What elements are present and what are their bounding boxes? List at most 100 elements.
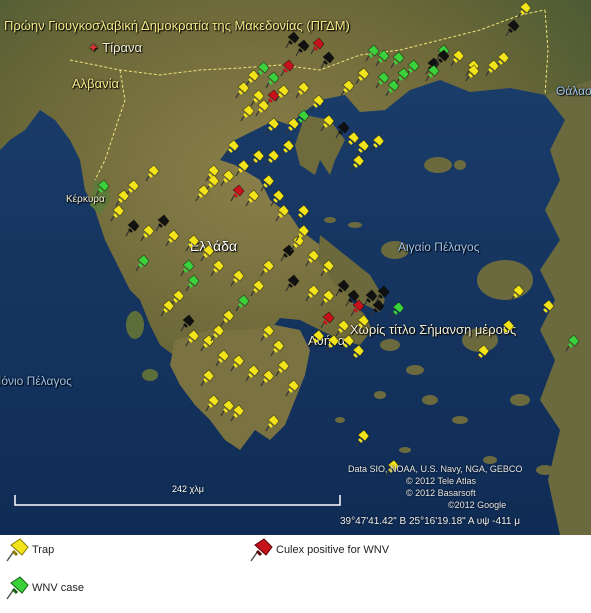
trap-pushpin[interactable] [125, 179, 140, 197]
wnv-case-pushpin[interactable] [180, 259, 195, 277]
wnv-case-pushpin[interactable] [390, 51, 405, 69]
black-pushpin[interactable] [505, 19, 520, 37]
trap-pushpin[interactable] [540, 299, 555, 317]
culex-positive-pushpin[interactable] [350, 299, 365, 317]
trap-pushpin[interactable] [320, 259, 335, 277]
trap-pushpin[interactable] [245, 69, 260, 87]
trap-pushpin[interactable] [275, 204, 290, 222]
trap-pushpin[interactable] [275, 359, 290, 377]
wnv-case-pushpin[interactable] [425, 64, 440, 82]
trap-pushpin[interactable] [350, 154, 365, 172]
trap-pushpin[interactable] [160, 299, 175, 317]
wnv-case-pushpin[interactable] [135, 254, 150, 272]
trap-pushpin[interactable] [285, 379, 300, 397]
trap-pushpin[interactable] [165, 229, 180, 247]
wnv-case-pushpin[interactable] [390, 301, 405, 319]
wnv-case-pushpin[interactable] [565, 334, 580, 352]
trap-pushpin[interactable] [345, 131, 360, 149]
wnv-case-pushpin[interactable] [365, 44, 380, 62]
culex-positive-pushpin[interactable] [280, 59, 295, 77]
black-pushpin[interactable] [280, 244, 295, 262]
trap-pushpin[interactable] [450, 49, 465, 67]
trap-pushpin[interactable] [110, 204, 125, 222]
trap-pushpin[interactable] [285, 117, 300, 135]
wnv-case-pushpin[interactable] [265, 71, 280, 89]
black-pushpin[interactable] [335, 279, 350, 297]
trap-pushpin[interactable] [260, 369, 275, 387]
trap-pushpin[interactable] [200, 244, 215, 262]
trap-pushpin[interactable] [340, 334, 355, 352]
trap-pushpin[interactable] [270, 339, 285, 357]
trap-pushpin[interactable] [265, 117, 280, 135]
trap-pushpin[interactable] [240, 104, 255, 122]
black-pushpin[interactable] [285, 31, 300, 49]
trap-pushpin[interactable] [295, 224, 310, 242]
trap-pushpin[interactable] [517, 1, 532, 19]
trap-pushpin[interactable] [270, 189, 285, 207]
trap-pushpin[interactable] [250, 279, 265, 297]
trap-pushpin[interactable] [305, 284, 320, 302]
trap-pushpin[interactable] [235, 159, 250, 177]
trap-pushpin[interactable] [310, 329, 325, 347]
trap-pushpin[interactable] [325, 334, 340, 352]
trap-pushpin[interactable] [475, 344, 490, 362]
trap-pushpin[interactable] [260, 174, 275, 192]
trap-pushpin[interactable] [225, 139, 240, 157]
trap-pushpin[interactable] [230, 354, 245, 372]
trap-pushpin[interactable] [355, 67, 370, 85]
map-view[interactable]: Πρώην Γιουγκοσλαβική Δημοκρατία της Μακε… [0, 0, 591, 535]
culex-positive-pushpin[interactable] [310, 37, 325, 55]
trap-pushpin[interactable] [245, 364, 260, 382]
trap-pushpin[interactable] [510, 284, 525, 302]
trap-pushpin[interactable] [260, 324, 275, 342]
trap-pushpin[interactable] [170, 289, 185, 307]
wnv-case-pushpin[interactable] [375, 71, 390, 89]
trap-pushpin[interactable] [320, 289, 335, 307]
trap-pushpin[interactable] [485, 59, 500, 77]
trap-pushpin[interactable] [215, 349, 230, 367]
trap-pushpin[interactable] [200, 369, 215, 387]
trap-pushpin[interactable] [205, 394, 220, 412]
black-pushpin[interactable] [370, 299, 385, 317]
trap-pushpin[interactable] [195, 184, 210, 202]
trap-pushpin[interactable] [295, 204, 310, 222]
trap-pushpin[interactable] [210, 259, 225, 277]
wnv-case-pushpin[interactable] [95, 179, 110, 197]
black-pushpin[interactable] [375, 285, 390, 303]
trap-pushpin[interactable] [245, 189, 260, 207]
culex-positive-pushpin[interactable] [320, 311, 335, 329]
trap-pushpin[interactable] [185, 329, 200, 347]
trap-pushpin[interactable] [265, 414, 280, 432]
trap-pushpin[interactable] [250, 149, 265, 167]
trap-pushpin[interactable] [220, 309, 235, 327]
trap-pushpin[interactable] [145, 164, 160, 182]
wnv-case-pushpin[interactable] [395, 67, 410, 85]
culex-positive-pushpin[interactable] [230, 184, 245, 202]
trap-pushpin[interactable] [340, 79, 355, 97]
trap-pushpin[interactable] [355, 139, 370, 157]
trap-pushpin[interactable] [335, 319, 350, 337]
trap-pushpin[interactable] [265, 149, 280, 167]
trap-pushpin[interactable] [210, 324, 225, 342]
trap-pushpin[interactable] [255, 99, 270, 117]
wnv-case-pushpin[interactable] [235, 294, 250, 312]
trap-pushpin[interactable] [355, 314, 370, 332]
trap-pushpin[interactable] [230, 269, 245, 287]
trap-pushpin[interactable] [350, 344, 365, 362]
trap-pushpin[interactable] [220, 399, 235, 417]
trap-pushpin[interactable] [320, 114, 335, 132]
trap-pushpin[interactable] [260, 259, 275, 277]
trap-pushpin[interactable] [185, 234, 200, 252]
trap-pushpin[interactable] [305, 249, 320, 267]
trap-pushpin[interactable] [140, 224, 155, 242]
black-pushpin[interactable] [295, 39, 310, 57]
trap-pushpin[interactable] [500, 319, 515, 337]
wnv-case-pushpin[interactable] [185, 274, 200, 292]
black-pushpin[interactable] [155, 214, 170, 232]
trap-pushpin[interactable] [275, 84, 290, 102]
black-pushpin[interactable] [285, 274, 300, 292]
black-pushpin[interactable] [335, 121, 350, 139]
trap-pushpin[interactable] [220, 169, 235, 187]
black-pushpin[interactable] [180, 314, 195, 332]
trap-pushpin[interactable] [370, 134, 385, 152]
